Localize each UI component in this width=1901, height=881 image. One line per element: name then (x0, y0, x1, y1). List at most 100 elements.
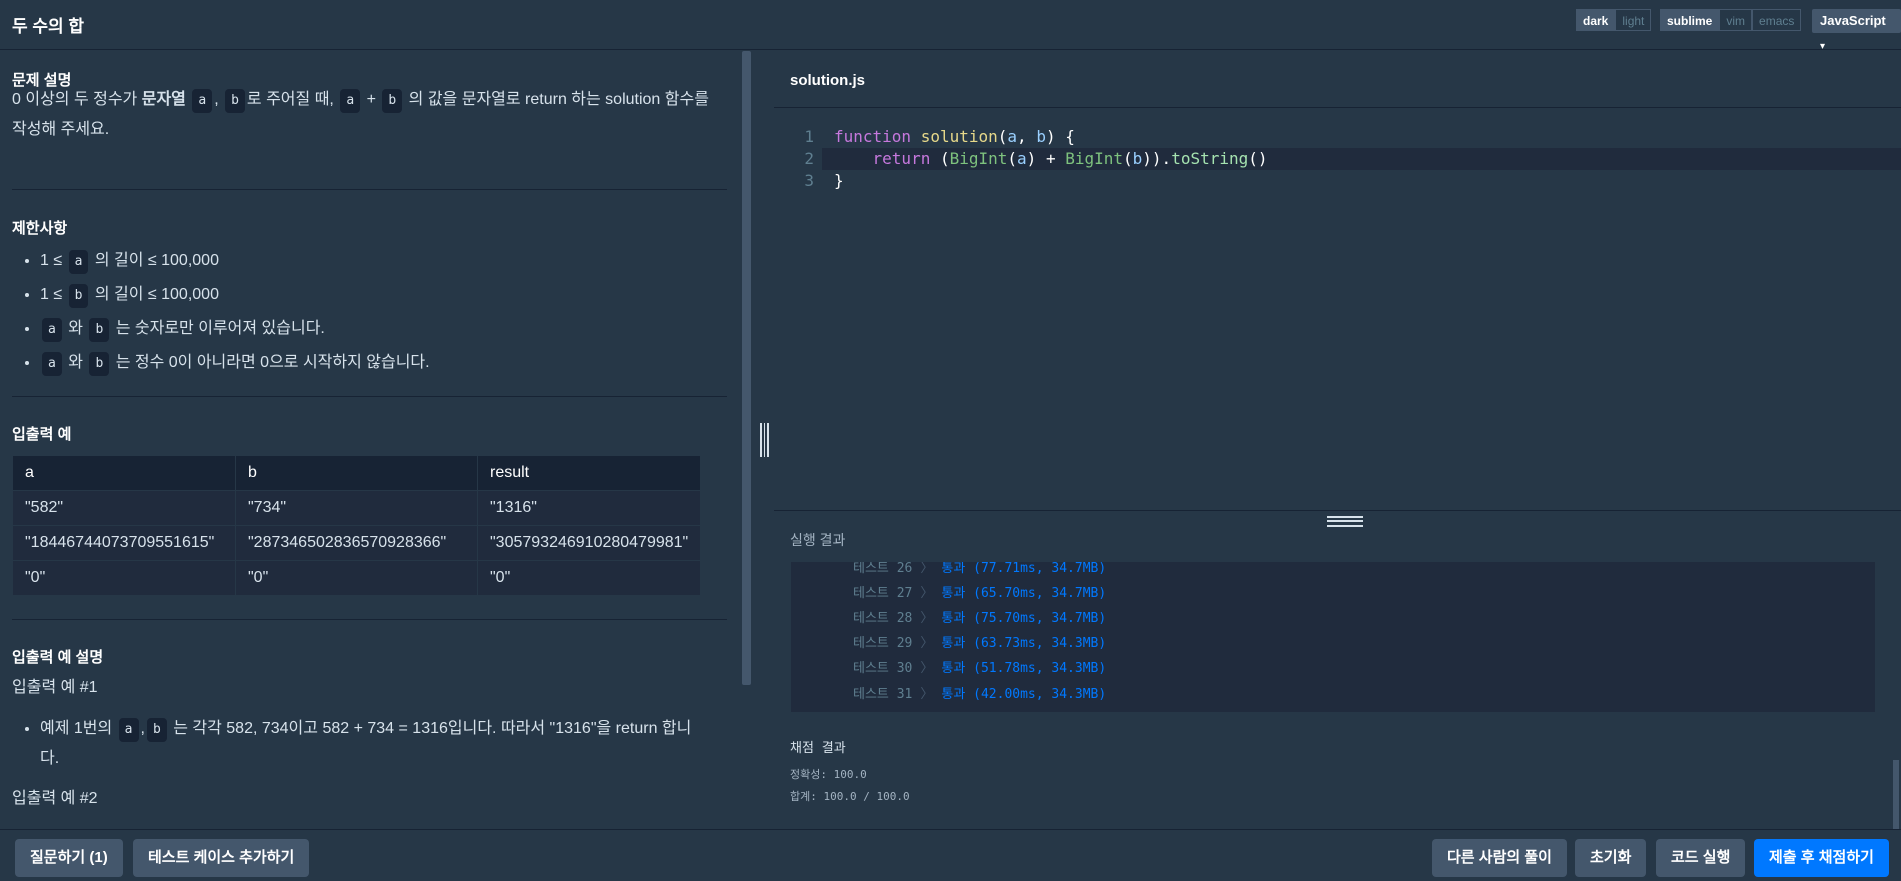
reset-button[interactable]: 초기화 (1575, 839, 1647, 877)
horizontal-grip-icon[interactable] (1327, 516, 1363, 527)
limit-text: 의 길이 ≤ 100,000 (90, 286, 219, 303)
code-token: ( (1007, 149, 1018, 168)
desc-bold-string: 문자열 (141, 91, 186, 108)
code-line-text: function solution(a, b) { (834, 126, 1075, 148)
test-row: 테스트 26 〉 통과 (77.71ms, 34.7MB) (853, 562, 1106, 581)
list-item: a 와 b 는 숫자로만 이루어져 있습니다. (40, 312, 726, 346)
code-editor[interactable]: 1 function solution(a, b) { 2 return (Bi… (774, 108, 1901, 510)
test-name: 테스트 29 (853, 636, 913, 651)
ask-question-button[interactable]: 질문하기 (1) (15, 839, 123, 877)
example-text: 예제 1번의 (40, 720, 117, 737)
code-b: b (146, 718, 167, 742)
limit-text: 의 길이 ≤ 100,000 (90, 252, 219, 269)
line-number: 2 (804, 149, 814, 168)
grade-total: 합계: 100.0 / 100.0 (790, 790, 910, 803)
limit-text: 와 (63, 354, 88, 371)
code-b: b (382, 89, 403, 113)
top-bar: 두 수의 합 dark light sublime vim emacs Java… (0, 0, 1901, 52)
table-cell: "18446744073709551615" (12, 525, 236, 561)
table-header-row: a b result (12, 455, 702, 491)
code-line-text: } (834, 171, 844, 190)
test-result: 통과 (65.70ms, 34.7MB) (941, 586, 1107, 601)
language-select[interactable]: JavaScript ▾ (1812, 9, 1901, 52)
bottom-bar: 질문하기 (1) 테스트 케이스 추가하기 다른 사람의 풀이 초기화 코드 실… (0, 829, 1901, 881)
table-cell: "0" (476, 560, 702, 596)
divider (12, 396, 727, 397)
run-code-button[interactable]: 코드 실행 (1656, 839, 1746, 877)
example-text: 는 각각 582, 734이고 582 + 734 = 1316입니다. 따라서… (168, 720, 692, 737)
chevron-right-icon: 〉 (920, 636, 934, 651)
example-comma: , (140, 720, 145, 737)
code-token: a (1007, 127, 1018, 146)
limit-text: 와 (63, 320, 88, 337)
keymap-vim-button[interactable]: vim (1719, 9, 1753, 31)
results-title: 실행 결과 (790, 532, 846, 548)
code-line: 3 } (774, 170, 1901, 192)
test-row: 테스트 31 〉 통과 (42.00ms, 34.3MB) (853, 682, 1106, 707)
table-cell: "287346502836570928366" (235, 525, 478, 561)
test-result: 통과 (51.78ms, 34.3MB) (941, 661, 1107, 676)
code-a: a (68, 250, 89, 274)
theme-light-button[interactable]: light (1615, 9, 1652, 31)
results-panel[interactable]: 테스트 26 〉 통과 (77.71ms, 34.7MB) 테스트 27 〉 통과 (6… (791, 562, 1875, 712)
limits-heading: 제한사항 (12, 220, 68, 237)
keymap-sublime-button[interactable]: sublime (1660, 9, 1720, 31)
chevron-right-icon: 〉 (920, 562, 934, 576)
table-cell: "582" (12, 490, 236, 526)
problem-panel[interactable]: 문제 설명 0 이상의 두 정수가 문자열 a, b로 주어질 때, a + b… (0, 51, 754, 829)
code-token: return (872, 149, 931, 168)
right-scrollbar[interactable] (1893, 760, 1899, 830)
code-token: () (1248, 149, 1268, 168)
code-b: b (225, 89, 245, 113)
test-row: 테스트 30 〉 통과 (51.78ms, 34.3MB) (853, 656, 1106, 681)
desc-text-1: 0 이상의 두 정수가 (12, 91, 142, 108)
theme-toggle: dark light (1576, 9, 1652, 31)
list-item: 1 ≤ a 의 길이 ≤ 100,000 (40, 244, 726, 278)
test-row: 테스트 29 〉 통과 (63.73ms, 34.3MB) (853, 631, 1106, 656)
code-token: solution (920, 127, 998, 146)
desc-text-2: 로 주어질 때, (246, 91, 334, 108)
code-token: function (834, 127, 912, 146)
code-a: a (42, 318, 62, 342)
code-line-text: return (BigInt(a) + BigInt(b)).toString(… (834, 148, 1268, 170)
list-item: a 와 b 는 정수 0이 아니라면 0으로 시작하지 않습니다. (40, 346, 726, 380)
code-token: ( (930, 149, 950, 168)
theme-dark-button[interactable]: dark (1576, 9, 1616, 31)
limit-text: 1 ≤ (40, 286, 67, 303)
table-row: "0" "0" "0" (12, 560, 702, 596)
code-line: 2 return (BigInt(a) + BigInt(b)).toStrin… (774, 148, 1901, 170)
keymap-toggle: sublime vim emacs (1660, 9, 1802, 31)
language-label: JavaScript (1820, 13, 1886, 28)
code-token: a (1017, 149, 1027, 168)
example-text: 다. (40, 750, 60, 767)
io-table-wrap: a b result "582" "734" "1316" "184467440… (12, 455, 726, 596)
code-token: ( (997, 127, 1008, 146)
vertical-grip-icon[interactable] (760, 423, 769, 457)
code-token: BigInt (949, 149, 1008, 168)
limits-list: 1 ≤ a 의 길이 ≤ 100,000 1 ≤ b 의 길이 ≤ 100,00… (12, 244, 726, 380)
line-number: 3 (804, 171, 814, 190)
limit-text: 1 ≤ (40, 252, 67, 269)
add-test-case-button[interactable]: 테스트 케이스 추가하기 (133, 839, 310, 877)
table-cell: "1316" (476, 490, 702, 526)
table-cell: "0" (12, 560, 236, 596)
left-scrollbar[interactable] (742, 51, 751, 685)
table-cell: "734" (235, 490, 478, 526)
table-row: "582" "734" "1316" (12, 490, 702, 526)
io-example-1-title: 입출력 예 #1 (12, 679, 98, 696)
table-cell: "0" (235, 560, 478, 596)
test-name: 테스트 28 (853, 611, 913, 626)
other-solutions-button[interactable]: 다른 사람의 풀이 (1432, 839, 1567, 877)
code-token: BigInt (1065, 149, 1123, 168)
code-token: )). (1142, 149, 1172, 168)
io-heading: 입출력 예 (12, 426, 72, 443)
chevron-right-icon: 〉 (920, 611, 934, 626)
table-row: "18446744073709551615" "2873465028365709… (12, 525, 702, 561)
filename: solution.js (790, 72, 865, 89)
code-token: ) { (1045, 127, 1075, 146)
code-a: a (118, 718, 139, 742)
keymap-emacs-button[interactable]: emacs (1752, 9, 1802, 31)
submit-button[interactable]: 제출 후 채점하기 (1754, 839, 1889, 877)
code-line: 1 function solution(a, b) { (774, 126, 1901, 148)
desc-text-4: 작성해 주세요. (12, 121, 110, 138)
